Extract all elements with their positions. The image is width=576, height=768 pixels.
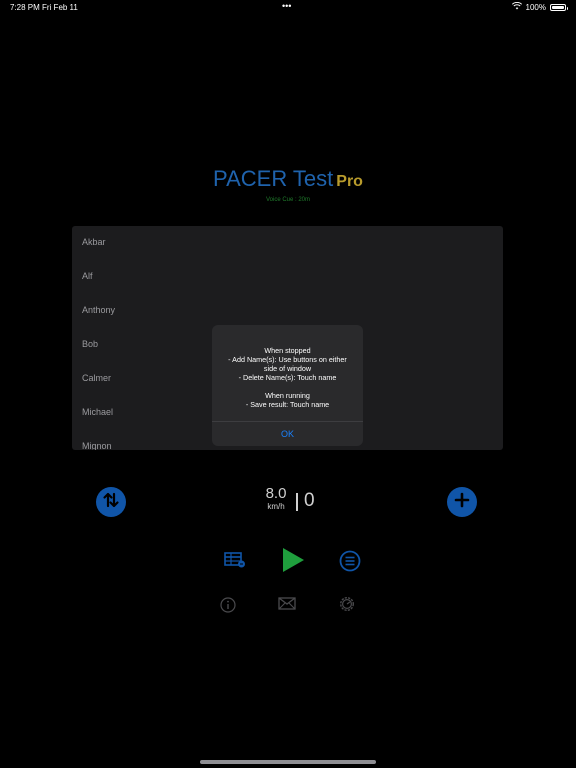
wifi-icon (511, 1, 522, 12)
sort-arrows-icon (101, 490, 121, 515)
help-alert: When stopped - Add Name(s): Use buttons … (212, 325, 363, 446)
home-indicator[interactable] (200, 760, 376, 764)
info-icon (220, 596, 236, 618)
speed-divider (296, 493, 298, 511)
play-icon (281, 547, 305, 578)
voice-cue-label: Voice Cue : 20m (265, 197, 311, 203)
list-item[interactable]: Anthony (72, 293, 503, 327)
add-name-button[interactable] (447, 487, 477, 517)
lap-count: 0 (304, 490, 315, 511)
speed-unit: km/h (267, 502, 285, 511)
alert-message: When stopped - Add Name(s): Use buttons … (228, 346, 347, 409)
table-icon (223, 550, 247, 575)
app-title: PACER Test Pro (0, 166, 576, 192)
settings-button[interactable] (338, 595, 356, 618)
speed-value: 8.0 (265, 485, 287, 502)
list-item[interactable]: Alf (72, 259, 503, 293)
status-date: Fri Feb 11 (42, 3, 78, 12)
status-time: 7:28 PM (10, 3, 40, 12)
multitasking-dots[interactable]: ••• (282, 1, 291, 11)
start-button[interactable] (280, 547, 306, 578)
info-button[interactable] (219, 596, 237, 618)
list-item[interactable]: Akbar (72, 226, 503, 259)
sort-button[interactable] (96, 487, 126, 517)
battery-icon (550, 3, 568, 11)
pro-badge: Pro (336, 173, 363, 190)
battery-percent: 100% (525, 2, 546, 12)
results-table-button[interactable] (223, 551, 247, 573)
status-right: 100% (511, 1, 568, 12)
mail-button[interactable] (278, 597, 296, 615)
mail-icon (278, 597, 296, 615)
list-icon (339, 550, 361, 577)
menu-button[interactable] (338, 550, 362, 577)
settings-icon (338, 595, 356, 618)
speed-display: 8.0 km/h (263, 485, 289, 512)
ok-button[interactable]: OK (212, 422, 363, 446)
add-icon (453, 491, 471, 514)
status-bar: 7:28 PM Fri Feb 11 ••• 100% (0, 0, 576, 14)
app-title-text: PACER Test (213, 166, 334, 191)
